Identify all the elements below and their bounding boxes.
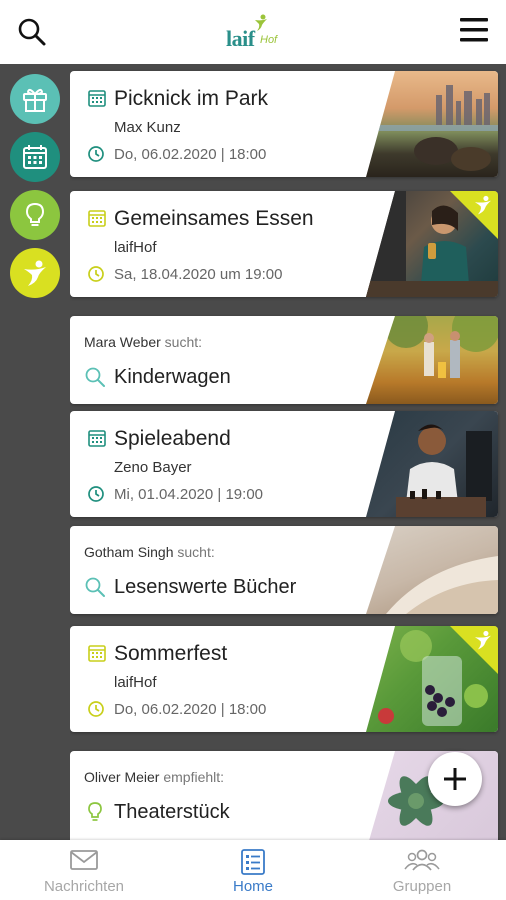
event-card[interactable]: Sommerfest laifHof Do, 06.02.2020 | 18:0… — [70, 626, 498, 732]
nav-label: Gruppen — [392, 878, 452, 895]
request-person-line: Mara Weber sucht: — [84, 334, 202, 350]
clock-icon — [88, 486, 104, 502]
filter-gift-button[interactable] — [10, 74, 60, 124]
clock-icon — [88, 701, 104, 717]
app-header: laif Hof — [0, 0, 506, 64]
laif-figure-icon — [474, 630, 492, 650]
request-person: Gotham Singh — [84, 544, 174, 560]
event-date: Do, 06.02.2020 | 18:00 — [114, 146, 267, 163]
event-organizer: Max Kunz — [114, 119, 181, 136]
bottom-navigation: Nachrichten Home Gruppen — [0, 840, 506, 900]
event-date: Mi, 01.04.2020 | 19:00 — [114, 486, 264, 503]
filter-rail — [0, 64, 70, 840]
search-icon — [85, 367, 105, 387]
event-date: Sa, 18.04.2020 um 19:00 — [114, 266, 283, 283]
add-button[interactable] — [428, 752, 482, 806]
event-title: Sommerfest — [114, 642, 228, 665]
lightbulb-icon — [25, 202, 45, 226]
group-icon — [404, 849, 440, 871]
list-icon — [241, 849, 265, 875]
event-title: Spieleabend — [114, 427, 231, 450]
search-button[interactable] — [14, 14, 50, 50]
nav-gruppen[interactable]: Gruppen — [338, 840, 506, 900]
event-card[interactable]: Spieleabend Zeno Bayer Mi, 01.04.2020 | … — [70, 411, 498, 517]
calendar-icon — [88, 90, 106, 107]
logo-text: laif — [226, 26, 255, 51]
request-verb: sucht: — [177, 544, 215, 560]
nav-nachrichten[interactable]: Nachrichten — [0, 840, 168, 900]
search-icon — [18, 18, 46, 46]
lightbulb-icon — [88, 802, 102, 821]
menu-button[interactable] — [456, 12, 492, 48]
event-date: Do, 06.02.2020 | 18:00 — [114, 701, 267, 718]
gift-icon — [23, 88, 47, 112]
event-card[interactable]: Gemeinsames Essen laifHof Sa, 18.04.2020… — [70, 191, 498, 297]
request-card[interactable]: Mara Weber sucht: Kinderwagen — [70, 316, 498, 404]
request-card[interactable]: Gotham Singh sucht: Lesenswerte Bücher — [70, 526, 498, 614]
recommend-person-line: Oliver Meier empfiehlt: — [84, 769, 224, 785]
laif-figure-icon — [24, 260, 46, 286]
filter-calendar-button[interactable] — [10, 132, 60, 182]
hamburger-menu-icon — [460, 18, 488, 42]
calendar-icon — [88, 645, 106, 662]
clock-icon — [88, 146, 104, 162]
request-person-line: Gotham Singh sucht: — [84, 544, 215, 560]
search-icon — [85, 577, 105, 597]
laif-figure-icon — [474, 195, 492, 215]
nav-label: Nachrichten — [43, 878, 125, 895]
event-organizer: laifHof — [114, 239, 157, 256]
logo-sub: Hof — [260, 34, 278, 46]
request-image-book — [366, 526, 498, 614]
request-title: Lesenswerte Bücher — [114, 576, 297, 598]
event-organizer: laifHof — [114, 674, 157, 691]
calendar-icon — [23, 145, 47, 169]
filter-idea-button[interactable] — [10, 190, 60, 240]
recommend-verb: empfiehlt: — [163, 769, 225, 785]
feed[interactable]: Picknick im Park Max Kunz Do, 06.02.2020… — [70, 64, 506, 840]
event-organizer: Zeno Bayer — [114, 459, 192, 476]
recommend-title: Theaterstück — [114, 801, 230, 823]
envelope-icon — [70, 850, 98, 870]
nav-label: Home — [232, 878, 273, 895]
event-card[interactable]: Picknick im Park Max Kunz Do, 06.02.2020… — [70, 71, 498, 177]
app-logo[interactable]: laif Hof — [226, 14, 282, 54]
request-title: Kinderwagen — [114, 366, 231, 388]
request-person: Mara Weber — [84, 334, 161, 350]
event-image-boardgame — [366, 411, 498, 517]
request-verb: sucht: — [164, 334, 203, 350]
recommend-person: Oliver Meier — [84, 769, 160, 785]
plus-icon — [444, 768, 466, 790]
event-title: Picknick im Park — [114, 87, 269, 110]
filter-laif-button[interactable] — [10, 248, 60, 298]
calendar-icon — [88, 210, 106, 227]
calendar-icon — [88, 430, 106, 447]
nav-home[interactable]: Home — [169, 840, 337, 900]
event-image-park — [366, 71, 498, 177]
event-title: Gemeinsames Essen — [114, 207, 314, 230]
clock-icon — [88, 266, 104, 282]
laif-figure-icon — [255, 14, 267, 31]
request-image-stroller — [366, 316, 498, 404]
